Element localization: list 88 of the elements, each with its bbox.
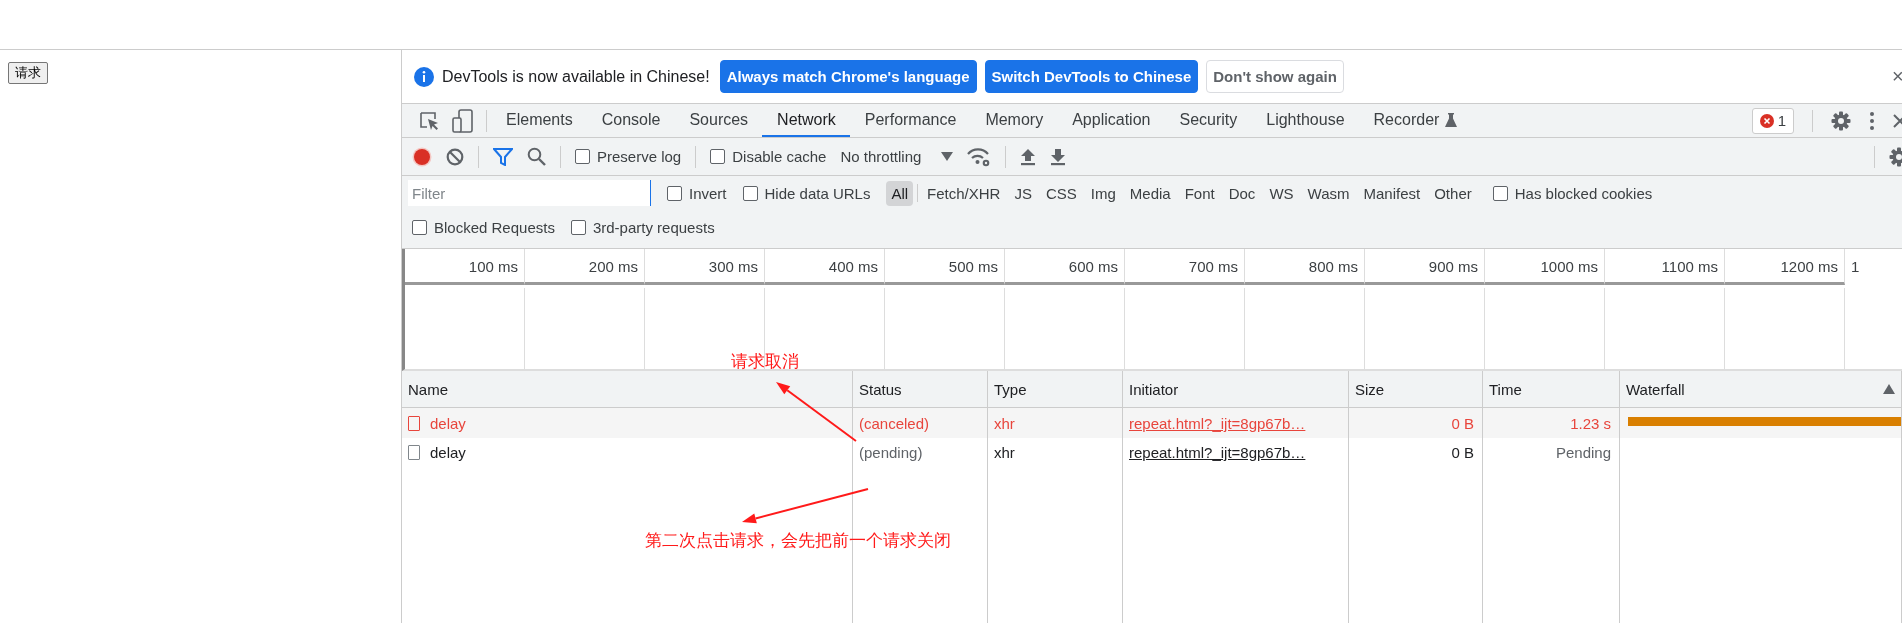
type-filter[interactable]: Manifest [1358, 180, 1426, 206]
column-header[interactable]: Status [853, 371, 988, 408]
tick-label: 800 ms [1245, 249, 1365, 285]
blocked-cookies-checkbox[interactable]: Has blocked cookies [1492, 184, 1653, 202]
flask-icon [1445, 112, 1458, 127]
column-header[interactable]: Waterfall [1620, 371, 1902, 408]
type-cell: xhr [988, 438, 1123, 467]
type-filter[interactable]: CSS [1040, 180, 1082, 206]
initiator-link[interactable]: repeat.html?_ijt=8gp67b… [1129, 444, 1306, 461]
tick-label: 400 ms [765, 249, 885, 285]
infobar-message: DevTools is now available in Chinese! [442, 67, 710, 86]
type-filter[interactable]: Img [1085, 180, 1121, 206]
size-cell: 0 B [1349, 438, 1483, 467]
sort-ascending-icon [1883, 384, 1895, 394]
type-filter[interactable]: All [886, 180, 914, 206]
info-icon [414, 66, 434, 87]
tick-label: 200 ms [525, 249, 645, 285]
type-filter[interactable]: Doc [1223, 180, 1261, 206]
tick-label: 700 ms [1125, 249, 1245, 285]
tick-label: 500 ms [885, 249, 1005, 285]
tick-label: 300 ms [645, 249, 765, 285]
panel-tab[interactable]: Application [1057, 104, 1165, 137]
clear-icon[interactable] [446, 147, 464, 166]
type-filter[interactable]: Font [1179, 180, 1220, 206]
panel-tab[interactable]: Memory [970, 104, 1058, 137]
close-icon[interactable] [1893, 112, 1902, 129]
panel-tab[interactable]: Performance [849, 104, 971, 137]
filter-icon[interactable] [493, 147, 513, 166]
panel-tab[interactable]: Recorder [1358, 104, 1472, 137]
settings-icon[interactable] [1889, 146, 1902, 167]
panel-tab[interactable]: Sources [674, 104, 763, 137]
type-cell: xhr [988, 408, 1123, 438]
third-party-checkbox[interactable]: 3rd-party requests [570, 218, 715, 236]
infobar-button[interactable]: Don't show again [1206, 60, 1344, 93]
error-icon [1759, 113, 1774, 128]
request-name[interactable]: delay [402, 408, 853, 438]
size-cell: 0 B [1349, 408, 1483, 438]
panel-tab[interactable]: Console [586, 104, 675, 137]
column-header[interactable]: Initiator [1123, 371, 1349, 408]
tick-label: 1000 ms [1485, 249, 1605, 285]
tick-label: 900 ms [1365, 249, 1485, 285]
tick-label: 1200 ms [1725, 249, 1845, 285]
type-filter[interactable]: Media [1124, 180, 1176, 206]
status-cell: (canceled) [853, 408, 988, 438]
disable-cache-checkbox[interactable]: Disable cache [710, 148, 827, 165]
column-header[interactable]: Name [402, 371, 853, 408]
type-filter[interactable]: JS [1009, 180, 1037, 206]
close-button[interactable]: × [1892, 65, 1902, 88]
panel-tab[interactable]: Lighthouse [1251, 104, 1359, 137]
panel-tab[interactable]: Security [1164, 104, 1252, 137]
request-name[interactable]: delay [402, 438, 853, 467]
error-badge[interactable]: 1 [1751, 107, 1794, 134]
filter-field[interactable]: Filter [408, 180, 651, 206]
hide-data-urls-checkbox[interactable]: Hide data URLs [742, 184, 871, 202]
panel-tab[interactable]: Elements [491, 104, 587, 137]
blocked-requests-checkbox[interactable]: Blocked Requests [412, 218, 555, 236]
throttling-dropdown[interactable]: No throttling [840, 148, 954, 165]
tick-label: 600 ms [1005, 249, 1125, 285]
inspect-icon[interactable] [418, 109, 440, 132]
infobar-button[interactable]: Always match Chrome's language [719, 60, 977, 93]
settings-icon[interactable] [1831, 110, 1851, 131]
status-cell: (pending) [853, 438, 988, 467]
column-header[interactable]: Size [1349, 371, 1483, 408]
tick-label: 100 ms [405, 249, 525, 285]
download-icon[interactable] [1050, 147, 1067, 166]
annotation-text: 第二次点击请求，会先把前一个请求关闭 [645, 530, 951, 552]
search-icon[interactable] [527, 147, 546, 166]
invert-checkbox[interactable]: Invert [667, 184, 727, 202]
device-icon[interactable] [452, 108, 474, 133]
more-icon[interactable] [1869, 110, 1875, 131]
type-filter[interactable]: Wasm [1302, 180, 1355, 206]
time-cell: 1.23 s [1483, 408, 1620, 438]
column-header[interactable]: Time [1483, 371, 1620, 408]
tick-label: 1100 ms [1605, 249, 1725, 285]
network-conditions-icon[interactable] [967, 146, 992, 167]
time-cell: Pending [1483, 438, 1620, 467]
type-filter[interactable]: WS [1264, 180, 1299, 206]
column-header[interactable]: Type [988, 371, 1123, 408]
record-icon[interactable] [412, 146, 432, 167]
preserve-log-checkbox[interactable]: Preserve log [575, 148, 682, 165]
annotation-text: 请求取消 [731, 351, 799, 373]
request-button[interactable]: 请求 [8, 62, 48, 84]
type-filter[interactable]: Other [1429, 180, 1477, 206]
tick-label: 1 [1845, 249, 1902, 285]
type-filter[interactable]: Fetch/XHR [922, 180, 1006, 206]
caret-icon [941, 152, 954, 161]
upload-icon[interactable] [1020, 147, 1037, 166]
infobar-button[interactable]: Switch DevTools to Chinese [984, 60, 1199, 93]
